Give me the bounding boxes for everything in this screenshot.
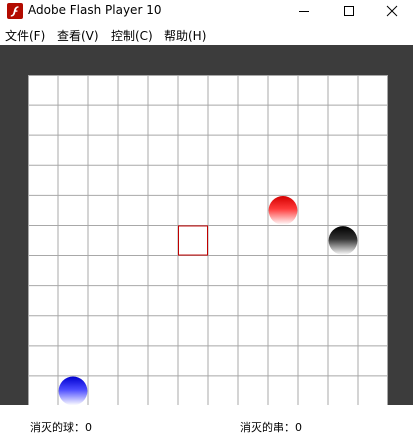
menu-bar: 文件(F) 查看(V) 控制(C) 帮助(H): [0, 25, 413, 45]
close-icon: [386, 5, 398, 17]
ball-black[interactable]: [328, 226, 358, 255]
window-title: Adobe Flash Player 10: [28, 3, 162, 17]
game-board[interactable]: [28, 75, 388, 406]
menu-help[interactable]: 帮助(H): [164, 27, 206, 44]
minimize-icon: [299, 11, 309, 12]
flash-icon: [7, 3, 23, 19]
balls-eliminated: 消灭的球：0: [30, 419, 92, 435]
strings-eliminated-value: 0: [295, 421, 302, 434]
game-stage: [0, 45, 413, 406]
status-bar: 消灭的球：0 消灭的串：0: [0, 405, 413, 444]
close-button[interactable]: [369, 0, 413, 22]
strings-eliminated: 消灭的串：0: [240, 419, 302, 435]
minimize-button[interactable]: [281, 0, 327, 22]
balls-eliminated-value: 0: [85, 421, 92, 434]
menu-file[interactable]: 文件(F): [5, 27, 45, 44]
maximize-icon: [344, 6, 354, 16]
ball-blue[interactable]: [58, 376, 88, 406]
menu-view[interactable]: 查看(V): [57, 27, 99, 44]
maximize-button[interactable]: [326, 0, 372, 22]
ball-red[interactable]: [268, 196, 298, 225]
menu-control[interactable]: 控制(C): [111, 27, 153, 44]
strings-eliminated-label: 消灭的串：: [240, 421, 295, 434]
balls-eliminated-label: 消灭的球：: [30, 421, 85, 434]
title-bar: Adobe Flash Player 10: [0, 0, 413, 22]
